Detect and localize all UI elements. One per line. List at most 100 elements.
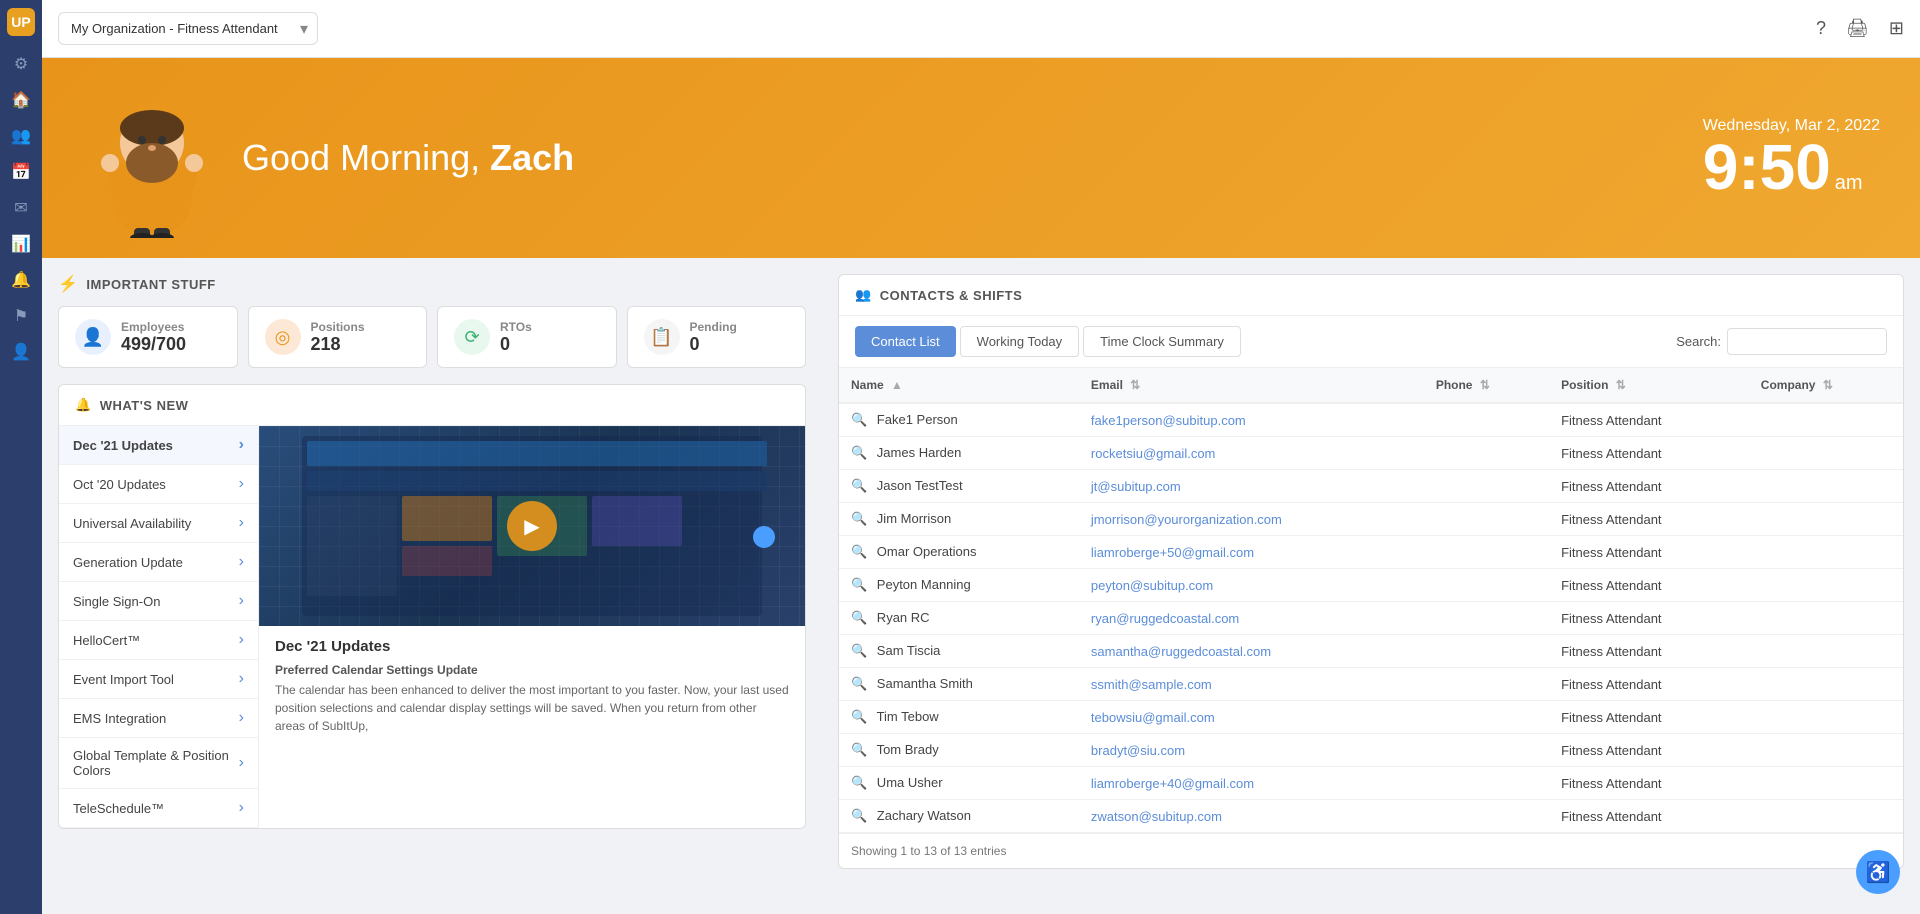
news-item-oct20[interactable]: Oct '20 Updates › <box>59 465 258 504</box>
search-icon-small[interactable]: 🔍 <box>851 577 867 592</box>
search-input[interactable] <box>1727 328 1887 355</box>
rtos-label: RTOs <box>500 320 532 334</box>
cell-position: Fitness Attendant <box>1549 536 1749 569</box>
org-selector[interactable]: My Organization - Fitness Attendant <box>58 12 318 45</box>
sidebar-item-messages[interactable]: ✉ <box>5 192 37 224</box>
sidebar-item-calendar[interactable]: 📅 <box>5 156 37 188</box>
sidebar-item-reports[interactable]: 📊 <box>5 228 37 260</box>
hero-datetime: Wednesday, Mar 2, 2022 9:50 am <box>1703 117 1880 199</box>
arrow-icon: › <box>239 631 244 649</box>
news-item-global-template[interactable]: Global Template & Position Colors › <box>59 738 258 789</box>
search-icon-small[interactable]: 🔍 <box>851 511 867 526</box>
search-icon-small[interactable]: 🔍 <box>851 412 867 427</box>
col-company[interactable]: Company ⇅ <box>1749 368 1903 403</box>
news-item-universal[interactable]: Universal Availability › <box>59 504 258 543</box>
search-icon-small[interactable]: 🔍 <box>851 775 867 790</box>
print-icon[interactable]: 🖨 <box>1846 18 1869 39</box>
email-link[interactable]: liamroberge+40@gmail.com <box>1091 776 1254 791</box>
news-item-dec21[interactable]: Dec '21 Updates › <box>59 426 258 465</box>
news-item-label: Event Import Tool <box>73 672 174 687</box>
cell-email: ryan@ruggedcoastal.com <box>1079 602 1424 635</box>
cell-position: Fitness Attendant <box>1549 635 1749 668</box>
col-position[interactable]: Position ⇅ <box>1549 368 1749 403</box>
table-head: Name ▲ Email ⇅ Phone ⇅ Position ⇅ Compan… <box>839 368 1903 403</box>
sidebar-item-notifications[interactable]: 🔔 <box>5 264 37 296</box>
search-icon-small[interactable]: 🔍 <box>851 445 867 460</box>
email-link[interactable]: rocketsiu@gmail.com <box>1091 446 1215 461</box>
stat-card-positions: ◎ Positions 218 <box>248 306 428 368</box>
cell-name: 🔍 Tim Tebow <box>839 701 1079 734</box>
search-icon-small[interactable]: 🔍 <box>851 709 867 724</box>
col-phone[interactable]: Phone ⇅ <box>1424 368 1549 403</box>
email-link[interactable]: peyton@subitup.com <box>1091 578 1213 593</box>
col-name[interactable]: Name ▲ <box>839 368 1079 403</box>
tab-contact-list[interactable]: Contact List <box>855 326 956 357</box>
search-icon-small[interactable]: 🔍 <box>851 742 867 757</box>
email-link[interactable]: fake1person@subitup.com <box>1091 413 1246 428</box>
cell-company <box>1749 800 1903 833</box>
news-item-ems[interactable]: EMS Integration › <box>59 699 258 738</box>
email-link[interactable]: jmorrison@yourorganization.com <box>1091 512 1282 527</box>
sidebar-item-settings[interactable]: ⚙ <box>5 48 37 80</box>
search-icon-small[interactable]: 🔍 <box>851 643 867 658</box>
email-link[interactable]: liamroberge+50@gmail.com <box>1091 545 1254 560</box>
search-icon-small[interactable]: 🔍 <box>851 808 867 823</box>
email-link[interactable]: bradyt@siu.com <box>1091 743 1185 758</box>
news-item-hellocert[interactable]: HelloCert™ › <box>59 621 258 660</box>
main-content: My Organization - Fitness Attendant ? 🖨 … <box>42 0 1920 914</box>
tab-time-clock-summary[interactable]: Time Clock Summary <box>1083 326 1241 357</box>
search-icon-small[interactable]: 🔍 <box>851 610 867 625</box>
email-link[interactable]: ssmith@sample.com <box>1091 677 1212 692</box>
search-label: Search: <box>1676 334 1721 349</box>
news-item-label: Generation Update <box>73 555 183 570</box>
search-icon-small[interactable]: 🔍 <box>851 478 867 493</box>
cell-email: jmorrison@yourorganization.com <box>1079 503 1424 536</box>
cell-name: 🔍 Zachary Watson <box>839 800 1079 833</box>
search-icon-small[interactable]: 🔍 <box>851 544 867 559</box>
table-row: 🔍 Fake1 Person fake1person@subitup.com F… <box>839 403 1903 437</box>
news-text-content: Dec '21 Updates Preferred Calendar Setti… <box>259 626 805 747</box>
app-logo[interactable]: UP <box>7 8 35 36</box>
search-area: Search: <box>1676 328 1887 355</box>
sidebar-item-home[interactable]: 🏠 <box>5 84 37 116</box>
sidebar-item-profile[interactable]: 👤 <box>5 336 37 368</box>
cell-email: bradyt@siu.com <box>1079 734 1424 767</box>
news-item-label: Global Template & Position Colors <box>73 748 239 778</box>
cell-position: Fitness Attendant <box>1549 503 1749 536</box>
tab-working-today[interactable]: Working Today <box>960 326 1080 357</box>
cell-company <box>1749 470 1903 503</box>
help-icon[interactable]: ? <box>1816 18 1826 39</box>
table-footer-text: Showing 1 to 13 of 13 entries <box>851 844 1006 858</box>
play-button[interactable]: ▶ <box>507 501 557 551</box>
cell-company <box>1749 701 1903 734</box>
arrow-icon: › <box>239 799 244 817</box>
news-item-teleschedule[interactable]: TeleSchedule™ › <box>59 789 258 828</box>
table-row: 🔍 Samantha Smith ssmith@sample.com Fitne… <box>839 668 1903 701</box>
cell-phone <box>1424 701 1549 734</box>
cell-company <box>1749 602 1903 635</box>
grid-icon[interactable]: ⊞ <box>1889 18 1904 39</box>
search-icon-small[interactable]: 🔍 <box>851 676 867 691</box>
org-selector-wrap: My Organization - Fitness Attendant <box>58 12 318 45</box>
stat-card-rtos: ⟳ RTOs 0 <box>437 306 617 368</box>
col-email[interactable]: Email ⇅ <box>1079 368 1424 403</box>
featured-description: The calendar has been enhanced to delive… <box>275 681 789 735</box>
topbar-icons: ? 🖨 ⊞ <box>1816 18 1904 39</box>
email-link[interactable]: samantha@ruggedcoastal.com <box>1091 644 1271 659</box>
sidebar-item-flag[interactable]: ⚑ <box>5 300 37 332</box>
cell-position: Fitness Attendant <box>1549 668 1749 701</box>
accessibility-button[interactable]: ♿ <box>1856 850 1900 894</box>
news-item-sso[interactable]: Single Sign-On › <box>59 582 258 621</box>
important-stuff-label: IMPORTANT STUFF <box>86 277 215 292</box>
news-item-generation[interactable]: Generation Update › <box>59 543 258 582</box>
sidebar-item-users[interactable]: 👥 <box>5 120 37 152</box>
video-preview[interactable]: ▶ <box>259 426 805 626</box>
email-link[interactable]: tebowsiu@gmail.com <box>1091 710 1215 725</box>
email-link[interactable]: zwatson@subitup.com <box>1091 809 1222 824</box>
news-item-event-import[interactable]: Event Import Tool › <box>59 660 258 699</box>
cell-phone <box>1424 536 1549 569</box>
email-link[interactable]: ryan@ruggedcoastal.com <box>1091 611 1239 626</box>
email-link[interactable]: jt@subitup.com <box>1091 479 1181 494</box>
cell-name: 🔍 Tom Brady <box>839 734 1079 767</box>
table-row: 🔍 Ryan RC ryan@ruggedcoastal.com Fitness… <box>839 602 1903 635</box>
